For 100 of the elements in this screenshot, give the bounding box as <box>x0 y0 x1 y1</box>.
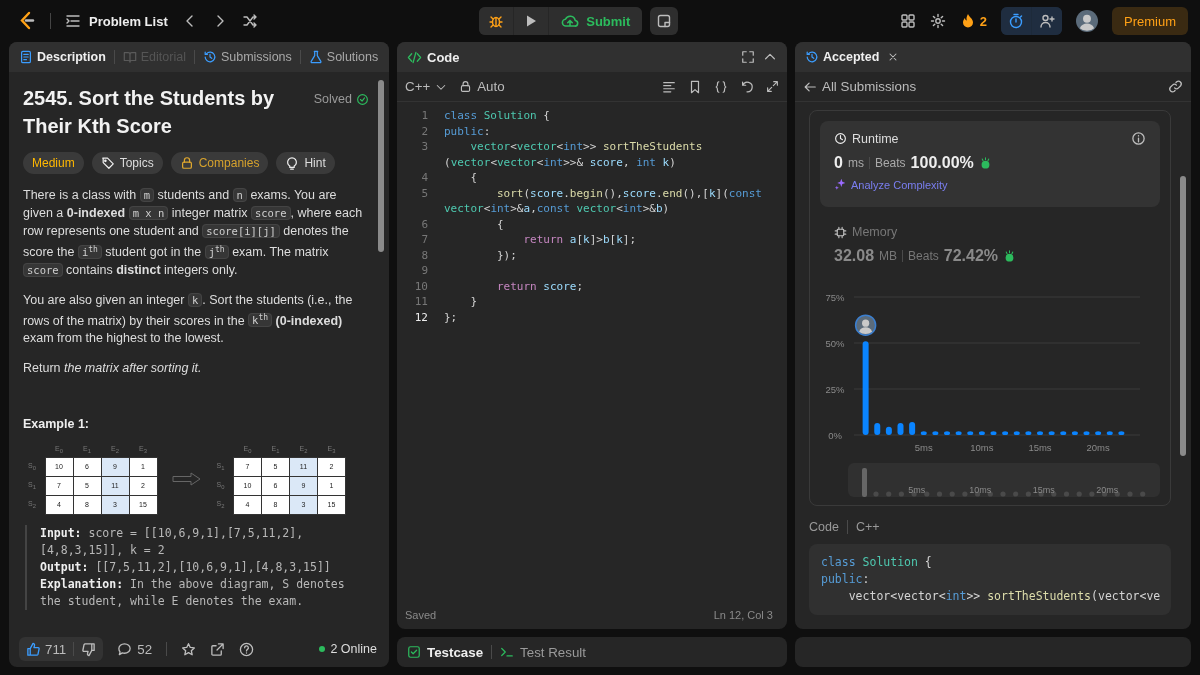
metric-label: Memory <box>834 225 898 239</box>
terminal-icon <box>500 645 515 659</box>
code-line: return score; <box>495 278 585 294</box>
bar[interactable] <box>1037 431 1043 435</box>
description-paragraph: There is a class with m students and n exams. You are given a 0-indexed m x n integer matrix score , where each row represents one student and score[i][j] denotes the score the i$^{th}$ student got in the j$^{th}$ exam. The matrix score contains distinct integers only. <box>23 187 364 279</box>
info-icon[interactable] <box>1131 131 1146 146</box>
bar[interactable] <box>967 431 974 435</box>
companies-tag[interactable]: Companies <box>170 152 269 174</box>
panel-tab[interactable]: Submissions <box>202 50 292 64</box>
bar[interactable] <box>1095 431 1102 435</box>
panel-tab[interactable]: Testcase <box>407 644 484 660</box>
example-line: Input: score = [[10,6,9,1],[7,5,11,2],[4,8,3,15]], k = 2 <box>40 525 305 560</box>
submit-button[interactable]: Submit <box>549 7 643 35</box>
beats-percent: 72.42% <box>943 247 998 265</box>
shuffle-icon[interactable] <box>241 13 258 29</box>
bar[interactable] <box>1118 431 1125 435</box>
metric-card[interactable]: Runtime 0 ms Beats 100.00% Analyze Complexity <box>820 121 1160 207</box>
bar[interactable] <box>1048 431 1055 435</box>
axis-label: 15ms <box>1032 485 1055 495</box>
help-icon[interactable] <box>239 641 255 657</box>
panel-tab[interactable]: Solutions <box>308 50 379 64</box>
timer-button[interactable] <box>1001 7 1031 35</box>
panel-tab[interactable]: Test Result <box>500 644 586 660</box>
line-number: 10 <box>413 278 429 294</box>
bar[interactable] <box>1106 431 1113 435</box>
arrow-icon <box>171 472 202 487</box>
bar[interactable] <box>874 423 881 435</box>
logo-icon[interactable] <box>18 11 36 31</box>
bookmark-icon[interactable] <box>688 79 702 94</box>
grid-icon[interactable] <box>899 13 916 29</box>
premium-button[interactable]: Premium <box>1112 7 1188 35</box>
problem-list-button[interactable]: Problem List <box>65 13 168 29</box>
line-number: 11 <box>413 294 429 310</box>
share-icon[interactable] <box>210 641 226 657</box>
bar[interactable] <box>1083 431 1090 435</box>
bar[interactable] <box>955 431 962 435</box>
lock-icon <box>459 80 473 93</box>
code-line: } <box>469 294 479 310</box>
bar[interactable] <box>909 422 916 435</box>
analyze-complexity-link[interactable]: Analyze Complexity <box>834 178 948 191</box>
history-icon <box>805 50 819 64</box>
metric-value: 32.08 <box>834 247 875 265</box>
list-icon <box>65 13 81 29</box>
expand-icon[interactable] <box>741 50 755 64</box>
bar[interactable] <box>920 431 927 435</box>
axis-label: 25% <box>825 383 845 395</box>
bar[interactable] <box>885 426 892 435</box>
back-link[interactable]: All Submissions <box>803 79 917 94</box>
settings-icon[interactable] <box>929 13 946 29</box>
check-square-icon <box>407 645 421 659</box>
bar[interactable] <box>1025 431 1032 435</box>
undo-icon[interactable] <box>740 79 754 94</box>
language-select[interactable]: C++ <box>405 79 448 94</box>
bar[interactable] <box>1071 431 1078 435</box>
hint-tag[interactable]: Hint <box>276 152 335 174</box>
code-icon <box>407 49 422 65</box>
bar[interactable] <box>932 431 939 435</box>
bar[interactable] <box>862 341 869 435</box>
expand-icon[interactable] <box>766 80 779 93</box>
line-number: 8 <box>420 247 429 263</box>
bar[interactable] <box>990 431 997 435</box>
panel-tab[interactable]: Accepted <box>805 50 880 64</box>
braces-icon[interactable] <box>714 79 728 94</box>
mode-button[interactable]: Auto <box>459 79 505 94</box>
star-icon[interactable] <box>181 641 197 657</box>
axis-label: 20ms <box>1096 485 1119 495</box>
link-icon[interactable] <box>1168 79 1183 94</box>
bar[interactable] <box>978 431 985 435</box>
axis-label: 50% <box>825 337 845 349</box>
bar[interactable] <box>1002 431 1009 435</box>
streak-button[interactable]: 2 <box>959 13 987 29</box>
bar[interactable] <box>1013 431 1020 435</box>
bar[interactable] <box>944 431 950 435</box>
document-icon <box>19 50 33 64</box>
avatar-icon[interactable] <box>1076 10 1098 32</box>
panel-tab[interactable]: Description <box>19 50 106 64</box>
debug-button[interactable] <box>479 7 514 35</box>
thumbs-down-icon <box>81 641 97 657</box>
format-icon[interactable] <box>662 79 676 94</box>
line-number: 2 <box>420 123 429 139</box>
lock-icon <box>179 156 194 170</box>
axis-label: 10ms <box>969 485 992 495</box>
code-line: }; <box>444 309 459 325</box>
run-button[interactable] <box>514 7 549 35</box>
bar[interactable] <box>1060 431 1067 435</box>
sparkle-icon <box>834 178 847 191</box>
book-icon <box>122 50 137 64</box>
topics-tag[interactable]: Topics <box>91 152 163 174</box>
code-line: vector<int>&a,const vector<int>&b) <box>444 201 671 217</box>
code-line: class Solution { <box>821 554 933 571</box>
code-line: public: <box>444 123 492 139</box>
line-number: 12 <box>413 309 429 325</box>
range-handle[interactable] <box>862 468 867 497</box>
add-user-button[interactable] <box>1032 7 1062 35</box>
bar[interactable] <box>897 423 904 435</box>
comments-button[interactable]: 52 <box>117 641 153 657</box>
code-line: (vector<vector<int>>& score, int k) <box>444 154 677 170</box>
axis-label: 10ms <box>970 442 994 453</box>
notes-button[interactable] <box>650 7 679 35</box>
metric-card[interactable]: Memory 32.08 MB Beats 72.42% <box>820 215 1160 277</box>
